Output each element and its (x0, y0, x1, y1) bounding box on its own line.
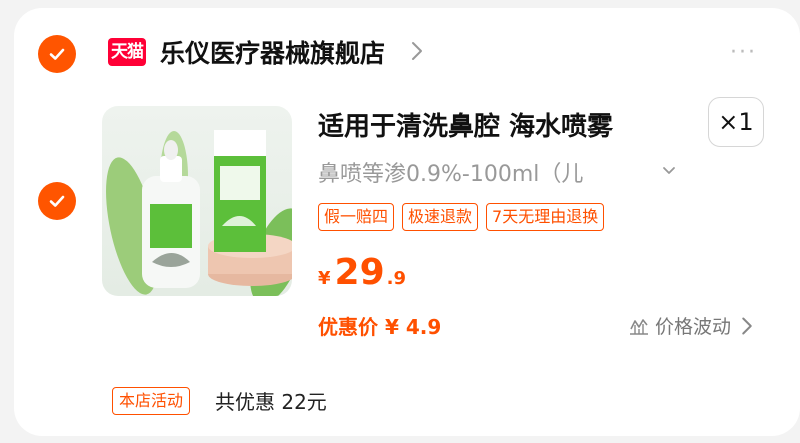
tmall-badge: 天猫 (108, 38, 146, 66)
item-select-checkbox[interactable] (38, 182, 76, 220)
service-tag: 7天无理由退换 (486, 203, 605, 231)
promotion-summary: 共优惠 22元 (215, 390, 327, 414)
checkmark-icon (49, 195, 65, 207)
checkmark-icon (49, 48, 65, 60)
price-trend-link[interactable]: 价格波动 (628, 312, 758, 339)
service-tags: 假一赔四 极速退款 7天无理由退换 (318, 203, 605, 231)
discount-price: 优惠价 ¥ 4.9 (318, 315, 442, 339)
price-currency: ¥ (318, 268, 331, 289)
price-integer: 29 (334, 252, 385, 293)
shop-select-checkbox[interactable] (38, 35, 76, 73)
price-trend-icon (630, 318, 648, 335)
chevron-right-icon[interactable] (410, 40, 424, 62)
chevron-down-icon[interactable] (662, 166, 676, 176)
price-trend-label: 价格波动 (655, 316, 732, 338)
chevron-right-icon (742, 317, 752, 334)
product-title[interactable]: 适用于清洗鼻腔 海水喷雾 (318, 106, 613, 143)
product-price: ¥ 29 .9 (318, 252, 406, 293)
quantity-button[interactable]: ×1 (708, 97, 764, 147)
shop-name[interactable]: 乐仪医疗器械旗舰店 (160, 34, 385, 70)
product-image[interactable] (102, 106, 292, 296)
more-options-icon[interactable]: ··· (730, 40, 757, 65)
price-decimal: .9 (386, 268, 407, 289)
service-tag: 假一赔四 (318, 203, 395, 231)
sku-selector[interactable]: 鼻喷等渗0.9%-100ml（儿 (318, 156, 636, 188)
service-tag: 极速退款 (402, 203, 479, 231)
store-promotion-tag: 本店活动 (112, 387, 191, 415)
